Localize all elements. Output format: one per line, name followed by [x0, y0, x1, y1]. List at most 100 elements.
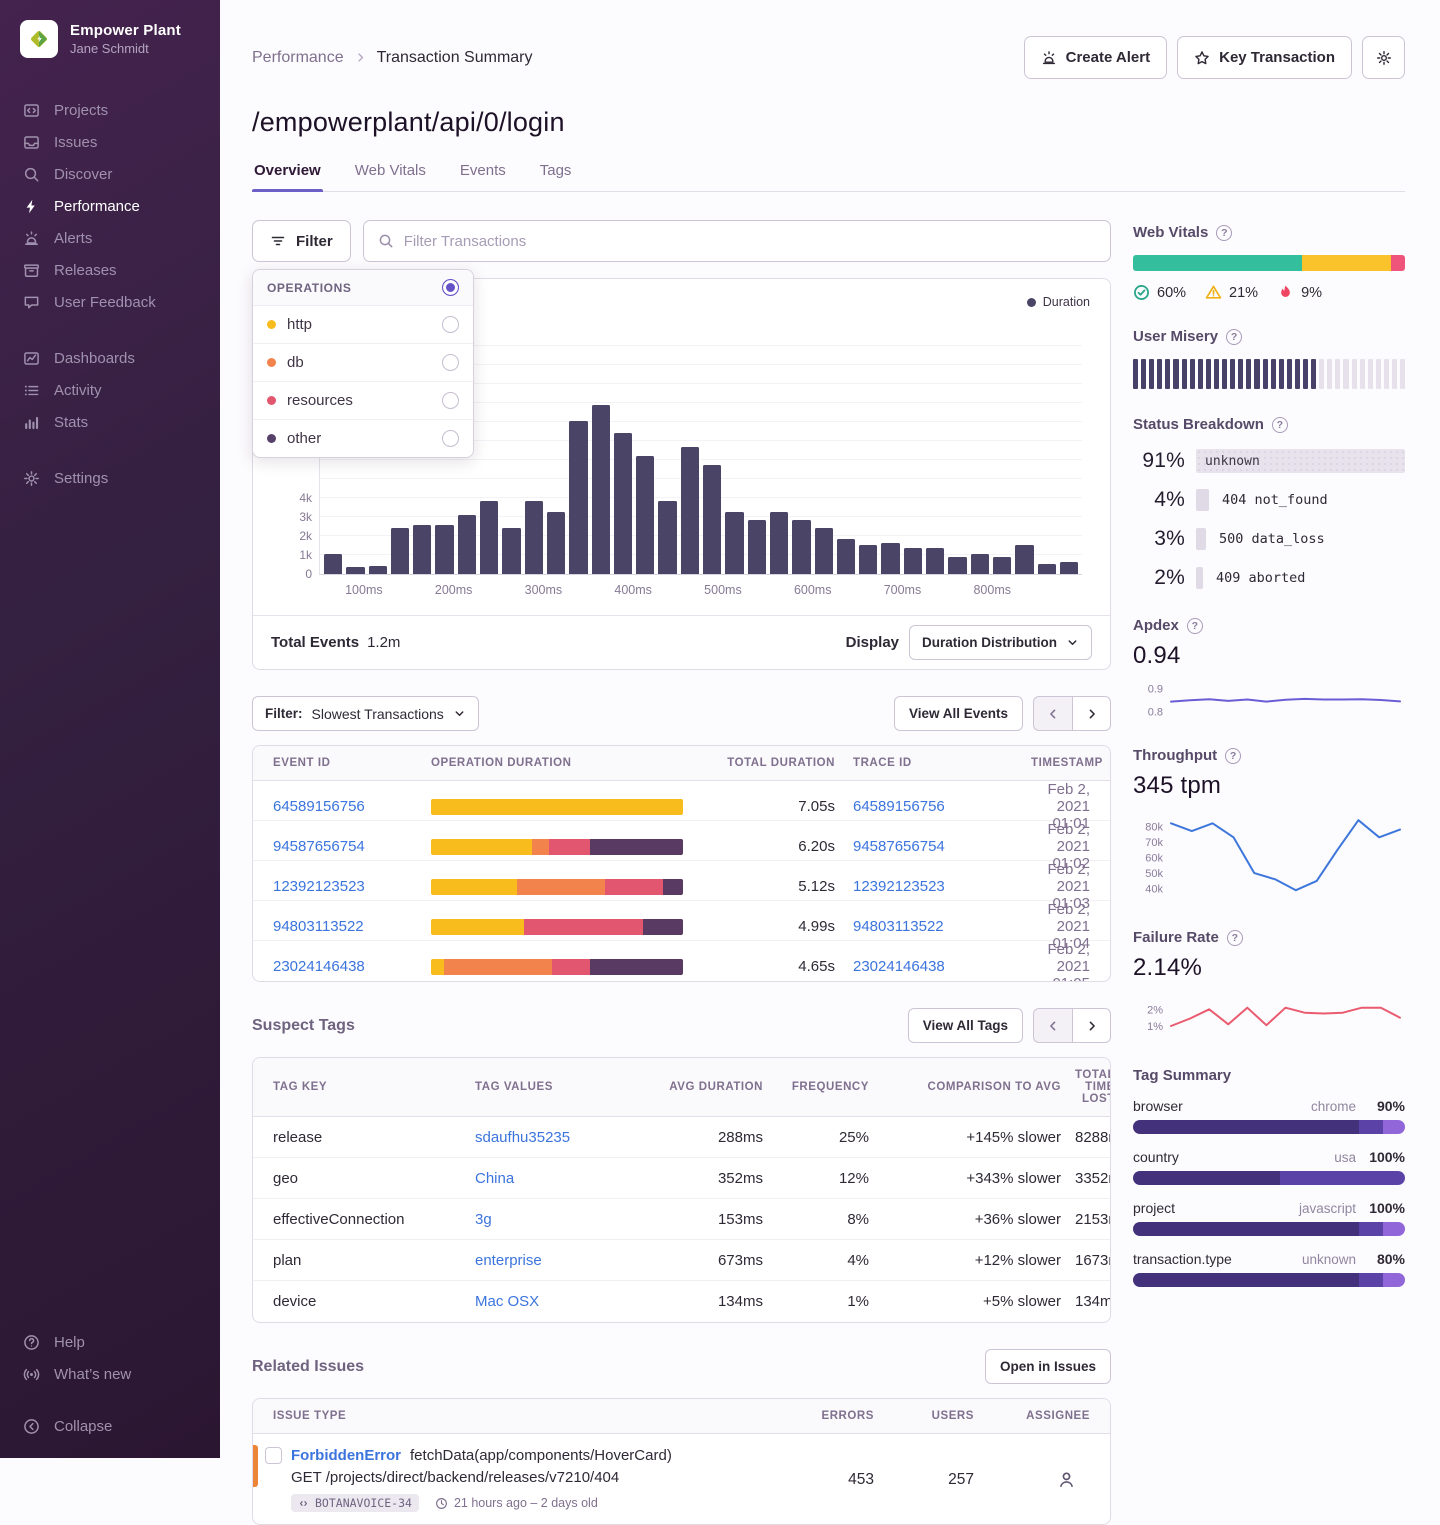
key-transaction-button[interactable]: Key Transaction	[1177, 36, 1352, 79]
trace-id-link[interactable]: 64589156756	[853, 798, 1013, 815]
settings-gear-button[interactable]	[1362, 36, 1405, 79]
event-id-link[interactable]: 23024146438	[273, 958, 413, 975]
histogram-bar[interactable]	[547, 512, 565, 574]
histogram-bar[interactable]	[324, 554, 342, 574]
question-icon[interactable]: ?	[1187, 618, 1203, 634]
question-icon[interactable]: ?	[1272, 417, 1288, 433]
histogram-bar[interactable]	[346, 567, 364, 574]
histogram-bar[interactable]	[881, 543, 899, 574]
histogram-bar[interactable]	[703, 465, 721, 574]
histogram-bar[interactable]	[1060, 562, 1078, 574]
sidebar-item-performance[interactable]: Performance	[0, 190, 220, 222]
tab-tags[interactable]: Tags	[538, 162, 574, 191]
open-in-issues-button[interactable]: Open in Issues	[985, 1349, 1111, 1384]
histogram-bar[interactable]	[681, 447, 699, 574]
histogram-bar[interactable]	[458, 515, 476, 574]
operation-option-radio[interactable]	[442, 354, 459, 371]
filter-button[interactable]: Filter	[252, 220, 351, 262]
histogram-bar[interactable]	[926, 548, 944, 574]
trace-id-link[interactable]: 23024146438	[853, 958, 1013, 975]
histogram-bar[interactable]	[859, 545, 877, 574]
histogram-bar[interactable]	[748, 520, 766, 574]
histogram-bar[interactable]	[525, 501, 543, 574]
histogram-bar[interactable]	[391, 528, 409, 574]
histogram-bar[interactable]	[1038, 564, 1056, 574]
view-all-tags-button[interactable]: View All Tags	[908, 1008, 1023, 1043]
histogram-bar[interactable]	[948, 557, 966, 574]
sidebar-item-what-s-new[interactable]: What’s new	[0, 1358, 220, 1390]
operation-option-radio[interactable]	[442, 316, 459, 333]
operation-option-resources[interactable]: resources	[253, 382, 473, 420]
tag-value-link[interactable]: China	[475, 1170, 637, 1187]
histogram-bar[interactable]	[569, 421, 587, 574]
sidebar-item-issues[interactable]: Issues	[0, 126, 220, 158]
sidebar-item-user-feedback[interactable]: User Feedback	[0, 286, 220, 318]
issue-short-id-badge[interactable]: BOTANAVOICE-34	[291, 1494, 419, 1512]
question-icon[interactable]: ?	[1226, 329, 1242, 345]
tab-events[interactable]: Events	[458, 162, 508, 191]
breadcrumb-performance[interactable]: Performance	[252, 49, 344, 67]
histogram-bar[interactable]	[725, 512, 743, 574]
histogram-bar[interactable]	[1015, 545, 1033, 574]
tab-overview[interactable]: Overview	[252, 162, 323, 191]
operation-option-db[interactable]: db	[253, 344, 473, 382]
operation-option-radio[interactable]	[442, 392, 459, 409]
tab-web-vitals[interactable]: Web Vitals	[353, 162, 428, 191]
sidebar-item-settings[interactable]: Settings	[0, 462, 220, 494]
histogram-bar[interactable]	[971, 554, 989, 574]
issue-checkbox[interactable]	[265, 1447, 282, 1464]
view-all-events-button[interactable]: View All Events	[894, 696, 1023, 731]
tag-value-link[interactable]: 3g	[475, 1211, 637, 1228]
search-input[interactable]	[404, 233, 1096, 250]
sidebar-item-projects[interactable]: Projects	[0, 94, 220, 126]
question-icon[interactable]: ?	[1216, 225, 1232, 241]
histogram-bar[interactable]	[636, 456, 654, 574]
sidebar-item-alerts[interactable]: Alerts	[0, 222, 220, 254]
tag-value-link[interactable]: Mac OSX	[475, 1293, 637, 1310]
histogram-bar[interactable]	[837, 539, 855, 574]
pager-next-button[interactable]	[1072, 1008, 1111, 1043]
question-icon[interactable]: ?	[1225, 748, 1241, 764]
sidebar-item-releases[interactable]: Releases	[0, 254, 220, 286]
histogram-bar[interactable]	[993, 557, 1011, 574]
issue-type-link[interactable]: ForbiddenError	[291, 1447, 401, 1464]
pager-next-button[interactable]	[1072, 696, 1111, 731]
org-switcher[interactable]: Empower Plant Jane Schmidt	[0, 20, 220, 58]
issue-assignee-button[interactable]	[986, 1470, 1090, 1489]
sidebar-item-stats[interactable]: Stats	[0, 406, 220, 438]
trace-id-link[interactable]: 12392123523	[853, 878, 1013, 895]
sidebar-item-activity[interactable]: Activity	[0, 374, 220, 406]
histogram-bar[interactable]	[904, 548, 922, 574]
create-alert-button[interactable]: Create Alert	[1024, 36, 1167, 79]
tag-value-link[interactable]: sdaufhu35235	[475, 1129, 637, 1146]
question-icon[interactable]: ?	[1227, 930, 1243, 946]
trace-id-link[interactable]: 94803113522	[853, 918, 1013, 935]
histogram-bar[interactable]	[658, 501, 676, 574]
sidebar-item-help[interactable]: Help	[0, 1326, 220, 1358]
histogram-bar[interactable]	[502, 528, 520, 574]
histogram-bar[interactable]	[592, 405, 610, 574]
histogram-bar[interactable]	[480, 501, 498, 574]
trace-id-link[interactable]: 94587656754	[853, 838, 1013, 855]
sidebar-item-dashboards[interactable]: Dashboards	[0, 342, 220, 374]
histogram-bar[interactable]	[369, 566, 387, 574]
histogram-bar[interactable]	[435, 525, 453, 574]
histogram-bar[interactable]	[815, 528, 833, 574]
histogram-bar[interactable]	[792, 520, 810, 574]
event-id-link[interactable]: 94803113522	[273, 918, 413, 935]
operation-option-http[interactable]: http	[253, 306, 473, 344]
histogram-bar[interactable]	[413, 525, 431, 574]
sidebar-collapse-button[interactable]: Collapse	[0, 1410, 220, 1442]
pager-prev-button[interactable]	[1033, 1008, 1072, 1043]
histogram-bar[interactable]	[770, 512, 788, 574]
event-id-link[interactable]: 64589156756	[273, 798, 413, 815]
operation-option-radio[interactable]	[442, 430, 459, 447]
display-select[interactable]: Duration Distribution	[909, 625, 1092, 660]
transactions-filter-select[interactable]: Filter: Slowest Transactions	[252, 696, 479, 731]
operations-header-radio[interactable]	[442, 279, 459, 296]
sidebar-item-discover[interactable]: Discover	[0, 158, 220, 190]
histogram-bar[interactable]	[614, 433, 632, 574]
operation-option-other[interactable]: other	[253, 420, 473, 457]
event-id-link[interactable]: 94587656754	[273, 838, 413, 855]
pager-prev-button[interactable]	[1033, 696, 1072, 731]
